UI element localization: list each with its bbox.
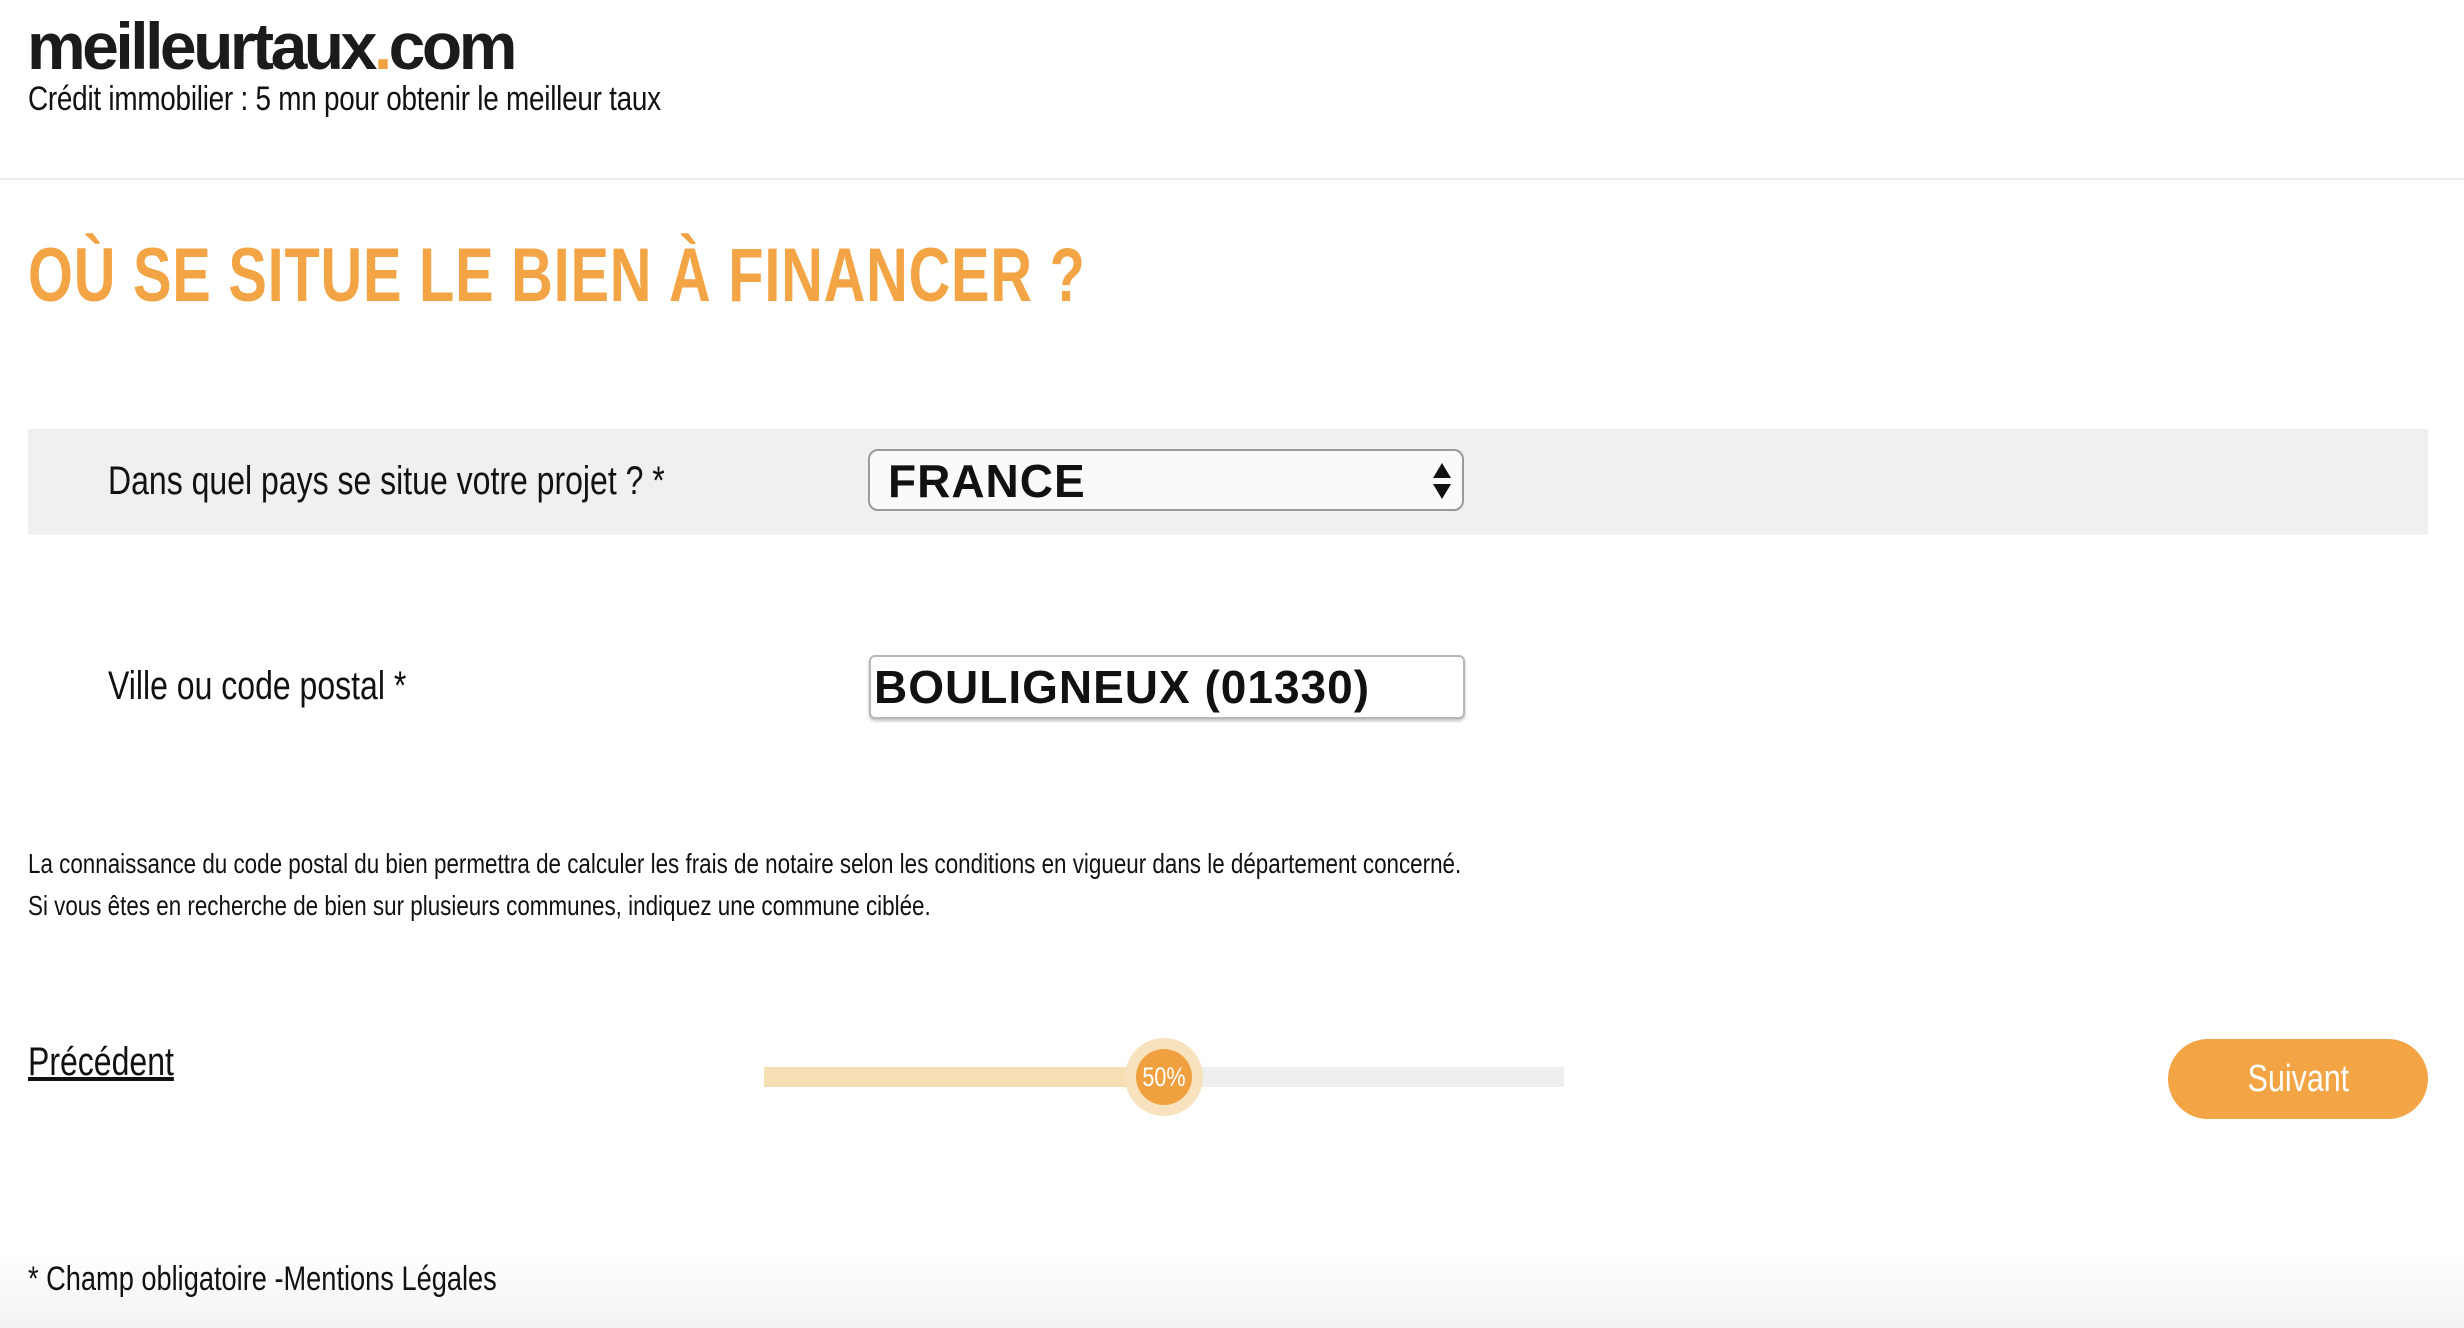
required-field-note: * Champ obligatoire [28, 1260, 267, 1298]
next-button[interactable]: Suivant [2168, 1039, 2428, 1119]
logo-dot: . [373, 9, 392, 83]
legal-notice-link[interactable]: Mentions Légales [284, 1260, 497, 1298]
progress-indicator: 50% [1125, 1038, 1203, 1116]
logo-suffix-text: com [388, 9, 518, 83]
page-title: OÙ SE SITUE LE BIEN À FINANCER ? [28, 233, 1086, 318]
city-label: Ville ou code postal * [108, 664, 407, 708]
city-input[interactable] [869, 655, 1465, 719]
help-line-2: Si vous êtes en recherche de bien sur pl… [28, 890, 931, 921]
progress-percent-text: 50% [1142, 1062, 1186, 1092]
country-row: Dans quel pays se situe votre projet ? *… [28, 429, 2428, 535]
help-text: La connaissance du code postal du bien p… [28, 843, 1461, 927]
country-select[interactable]: FRANCE [868, 449, 1464, 511]
site-header: meilleurtaux.com Crédit immobilier : 5 m… [0, 0, 2464, 180]
progress-fill [764, 1067, 1164, 1087]
progress-bar: 50% [764, 1038, 1564, 1116]
city-row: Ville ou code postal * [28, 630, 2428, 736]
footer-text: * Champ obligatoire -Mentions Légales [28, 1260, 497, 1299]
previous-link[interactable]: Précédent [28, 1040, 174, 1085]
logo-main-text: meilleurtaux [27, 9, 377, 83]
country-select-value: FRANCE [888, 455, 1086, 507]
footer-separator: - [266, 1260, 284, 1298]
page-footer: * Champ obligatoire -Mentions Légales [0, 1250, 2464, 1328]
site-logo[interactable]: meilleurtaux.com [27, 8, 518, 84]
country-label: Dans quel pays se situe votre projet ? * [108, 459, 665, 503]
site-tagline: Crédit immobilier : 5 mn pour obtenir le… [28, 80, 661, 118]
next-button-label: Suivant [2247, 1057, 2349, 1100]
select-arrows-icon [1433, 463, 1451, 499]
help-line-1: La connaissance du code postal du bien p… [28, 848, 1462, 879]
